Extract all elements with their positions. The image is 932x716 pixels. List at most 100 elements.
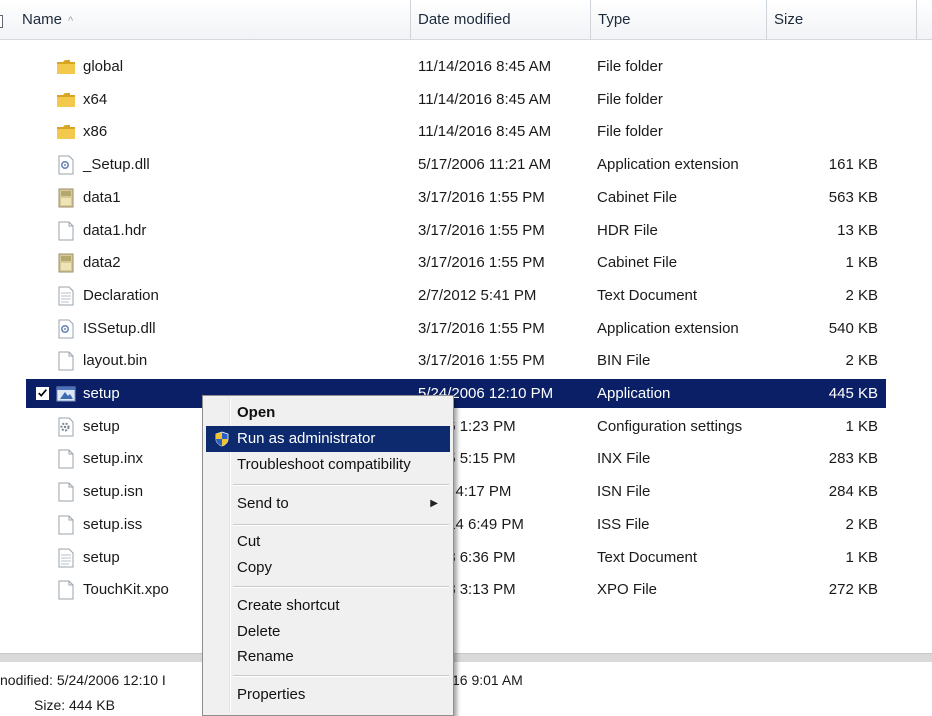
blank-file-icon bbox=[56, 482, 76, 502]
blank-file-icon bbox=[56, 221, 76, 241]
file-size: 283 KB bbox=[828, 450, 878, 468]
details-modified: nodified: 5/24/2006 12:10 I bbox=[0, 672, 166, 688]
file-row[interactable]: data1.hdr 3/17/2016 1:55 PM HDR File 13 KB bbox=[26, 216, 886, 245]
file-name: data1.hdr bbox=[83, 221, 147, 239]
file-type: HDR File bbox=[597, 221, 658, 239]
menu-item-send-to[interactable]: Send to ▶ bbox=[206, 491, 450, 517]
file-date-modified: 3/17/2016 1:55 PM bbox=[418, 352, 545, 370]
details-created: 16 9:01 AM bbox=[452, 672, 523, 688]
file-row[interactable]: setup/2008 6:36 PM Text Document 1 KB bbox=[26, 543, 886, 572]
file-type: Cabinet File bbox=[597, 254, 678, 272]
menu-item-label: Create shortcut bbox=[237, 597, 340, 614]
file-date-modified: 3/17/2016 1:55 PM bbox=[418, 188, 545, 206]
cabinet-file-icon bbox=[56, 188, 76, 208]
file-row[interactable]: ISSetup.dll 3/17/2016 1:55 PM Application … bbox=[26, 314, 886, 343]
menu-item-copy[interactable]: Copy bbox=[206, 555, 450, 581]
file-type: Text Document bbox=[597, 286, 698, 304]
file-type: XPO File bbox=[597, 581, 658, 599]
menu-item-delete[interactable]: Delete bbox=[206, 619, 450, 645]
date-modified-column-header[interactable]: Date modified bbox=[411, 0, 591, 40]
file-date-modified: 11/14/2016 8:45 AM bbox=[418, 90, 552, 108]
dll-file-icon bbox=[56, 319, 76, 339]
file-size: 2 KB bbox=[845, 352, 878, 370]
folder-icon bbox=[56, 90, 76, 110]
file-type: INX File bbox=[597, 450, 651, 468]
menu-item-label: Run as administrator bbox=[237, 430, 376, 447]
file-row[interactable]: x86 11/14/2016 8:45 AM File folder bbox=[26, 117, 886, 146]
details-size: Size: 444 KB bbox=[34, 697, 115, 713]
application-icon bbox=[56, 384, 76, 404]
menu-item-label: Open bbox=[237, 404, 276, 421]
file-type: File folder bbox=[597, 90, 663, 108]
file-name: data1 bbox=[83, 188, 121, 206]
file-row[interactable]: Declaration 2/7/2012 5:41 PM Text Document… bbox=[26, 281, 886, 310]
date-column-label: Date modified bbox=[418, 11, 511, 28]
file-date-modified: 5/17/2006 11:21 AM bbox=[418, 156, 552, 174]
file-type: Text Document bbox=[597, 548, 698, 566]
row-checkbox[interactable] bbox=[36, 387, 49, 400]
file-size: 2 KB bbox=[845, 515, 878, 533]
select-all-checkbox[interactable] bbox=[0, 15, 3, 28]
menu-item-properties[interactable]: Properties bbox=[206, 682, 450, 708]
menu-item-create-shortcut[interactable]: Create shortcut bbox=[206, 593, 450, 619]
menu-item-troubleshoot-compatibility[interactable]: Troubleshoot compatibility bbox=[206, 452, 450, 478]
details-pane: nodified: 5/24/2006 12:10 I 16 9:01 AM S… bbox=[0, 662, 932, 715]
dll-file-icon bbox=[56, 155, 76, 175]
file-type: File folder bbox=[597, 123, 663, 141]
file-size: 2 KB bbox=[845, 286, 878, 304]
file-name: setup bbox=[83, 548, 120, 566]
file-row[interactable]: layout.bin 3/17/2016 1:55 PM BIN File 2 KB bbox=[26, 346, 886, 375]
file-type: Application bbox=[597, 385, 671, 402]
file-name: _Setup.dll bbox=[83, 156, 150, 174]
file-row[interactable]: setup.inx/2015 5:15 PM INX File 283 KB bbox=[26, 444, 886, 473]
file-row[interactable]: setup 5/24/2006 12:10 PM Application 445 KB bbox=[26, 379, 886, 408]
file-row[interactable]: data2 3/17/2016 1:55 PM Cabinet File 1 KB bbox=[26, 248, 886, 277]
file-row[interactable]: setup/2016 1:23 PM Configuration settings… bbox=[26, 412, 886, 441]
blank-file-icon bbox=[56, 449, 76, 469]
file-row[interactable]: setup.iss 6/2014 6:49 PM ISS File 2 KB bbox=[26, 510, 886, 539]
size-column-label: Size bbox=[774, 11, 804, 28]
type-column-label: Type bbox=[598, 11, 631, 28]
file-type: Cabinet File bbox=[597, 188, 678, 206]
menu-item-cut[interactable]: Cut bbox=[206, 529, 450, 555]
file-name: x64 bbox=[83, 90, 108, 108]
blank-file-icon bbox=[56, 580, 76, 600]
menu-item-run-as-administrator[interactable]: Run as administrator bbox=[206, 426, 450, 452]
name-column-label: Name bbox=[22, 11, 63, 28]
column-header-bar: Name ^ Date modified Type Size bbox=[0, 0, 932, 40]
file-size: 563 KB bbox=[828, 188, 878, 206]
size-column-header[interactable]: Size bbox=[767, 0, 917, 40]
uac-shield-icon bbox=[215, 431, 229, 447]
file-date-modified: 2/7/2012 5:41 PM bbox=[418, 286, 537, 304]
file-date-modified: 11/14/2016 8:45 AM bbox=[418, 123, 552, 141]
context-menu: Open Run as administrator Troubleshoot c… bbox=[202, 395, 454, 716]
file-type: Application extension bbox=[597, 156, 739, 174]
menu-item-rename[interactable]: Rename bbox=[206, 644, 450, 670]
menu-item-open[interactable]: Open bbox=[206, 400, 450, 426]
file-type: ISS File bbox=[597, 515, 650, 533]
file-name: ISSetup.dll bbox=[83, 319, 156, 337]
file-row[interactable]: TouchKit.xpo/2008 3:13 PM XPO File 272 KB bbox=[26, 575, 886, 604]
blank-file-icon bbox=[56, 351, 76, 371]
menu-separator bbox=[233, 586, 449, 588]
file-date-modified: 3/17/2016 1:55 PM bbox=[418, 319, 545, 337]
file-date-modified: 11/14/2016 8:45 AM bbox=[418, 58, 552, 75]
type-column-header[interactable]: Type bbox=[591, 0, 767, 40]
file-row[interactable]: data1 3/17/2016 1:55 PM Cabinet File 563 KB bbox=[26, 183, 886, 212]
file-row[interactable]: x64 11/14/2016 8:45 AM File folder bbox=[26, 85, 886, 114]
file-row[interactable]: global 11/14/2016 8:45 AM File folder bbox=[26, 52, 886, 81]
menu-item-label: Copy bbox=[237, 559, 273, 576]
folder-icon bbox=[56, 122, 76, 142]
file-row[interactable]: setup.isn 2007 4:17 PM ISN File 284 KB bbox=[26, 477, 886, 506]
file-name: data2 bbox=[83, 254, 121, 272]
menu-item-label: Cut bbox=[237, 533, 261, 550]
menu-item-label: Troubleshoot compatibility bbox=[237, 456, 411, 473]
sort-ascending-icon: ^ bbox=[68, 15, 74, 27]
file-name: TouchKit.xpo bbox=[83, 581, 169, 599]
file-size: 1 KB bbox=[845, 548, 878, 566]
menu-item-label: Delete bbox=[237, 623, 281, 640]
file-size: 161 KB bbox=[828, 156, 878, 174]
file-name: setup.isn bbox=[83, 483, 144, 501]
file-row[interactable]: _Setup.dll 5/17/2006 11:21 AM Application … bbox=[26, 150, 886, 179]
name-column-header[interactable]: Name ^ bbox=[0, 0, 411, 40]
